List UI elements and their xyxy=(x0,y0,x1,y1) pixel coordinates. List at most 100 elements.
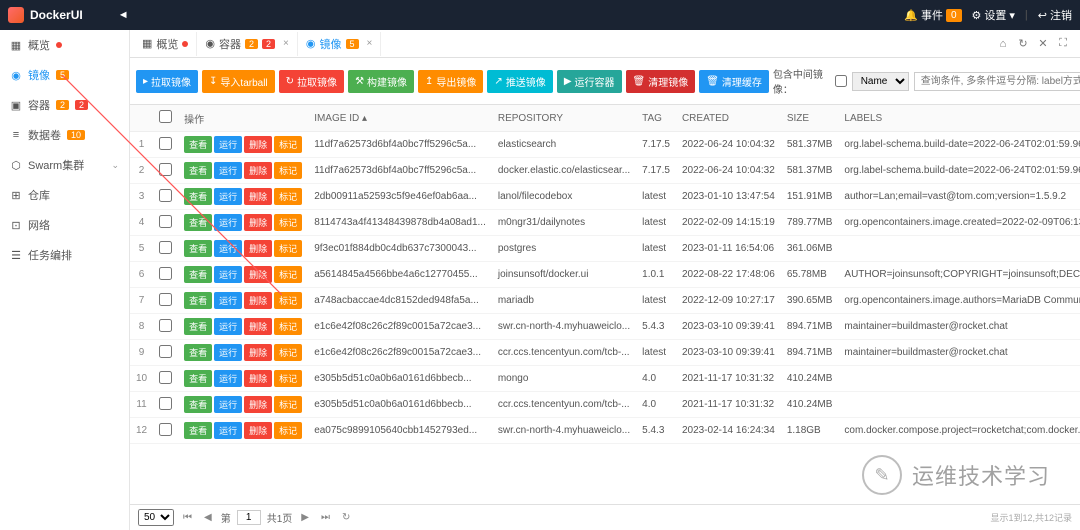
delete-button[interactable]: 删除 xyxy=(244,214,272,231)
search-input[interactable] xyxy=(914,72,1080,91)
row-checkbox[interactable] xyxy=(159,163,172,176)
refresh-icon[interactable]: ↻ xyxy=(339,512,353,523)
view-button[interactable]: 查看 xyxy=(184,266,212,283)
pull-image2-button[interactable]: ↻ 拉取镜像 xyxy=(279,70,344,93)
sidebar-item-swarm[interactable]: ⬡ Swarm集群 ⌄ xyxy=(0,150,129,180)
next-page-icon[interactable]: ▶ xyxy=(298,512,312,523)
col-image-id[interactable]: IMAGE ID ▴ xyxy=(308,105,492,132)
sidebar-item-network[interactable]: ⊡ 网络 xyxy=(0,210,129,240)
sidebar-item-tasks[interactable]: ☰ 任务编排 xyxy=(0,240,129,270)
run-button[interactable]: 运行 xyxy=(214,162,242,179)
run-button[interactable]: 运行 xyxy=(214,214,242,231)
col-size[interactable]: SIZE xyxy=(781,105,839,132)
run-button[interactable]: 运行 xyxy=(214,422,242,439)
include-intermediate-checkbox[interactable] xyxy=(835,75,847,87)
row-checkbox[interactable] xyxy=(159,345,172,358)
select-all-checkbox[interactable] xyxy=(159,110,172,123)
tag-button[interactable]: 标记 xyxy=(274,214,302,231)
tag-button[interactable]: 标记 xyxy=(274,396,302,413)
prune-cache-button[interactable]: 🗑 清理缓存 xyxy=(699,70,769,93)
row-checkbox[interactable] xyxy=(159,423,172,436)
run-container-button[interactable]: ▶ 运行容器 xyxy=(557,70,622,93)
page-input[interactable] xyxy=(237,510,261,525)
sidebar-item-overview[interactable]: ▦ 概览 xyxy=(0,30,129,60)
view-button[interactable]: 查看 xyxy=(184,370,212,387)
page-size-select[interactable]: 50 xyxy=(138,509,174,526)
settings-link[interactable]: ⚙ 设置 ▾ xyxy=(972,7,1015,23)
delete-button[interactable]: 删除 xyxy=(244,292,272,309)
row-checkbox[interactable] xyxy=(159,137,172,150)
prune-image-button[interactable]: 🗑 清理镜像 xyxy=(626,70,696,93)
search-field-select[interactable]: Name xyxy=(852,72,909,91)
build-image-button[interactable]: ⚒ 构建镜像 xyxy=(348,70,414,93)
view-button[interactable]: 查看 xyxy=(184,292,212,309)
tab-images[interactable]: ◉ 镜像 5 × xyxy=(298,32,381,56)
delete-button[interactable]: 删除 xyxy=(244,188,272,205)
run-button[interactable]: 运行 xyxy=(214,370,242,387)
delete-button[interactable]: 删除 xyxy=(244,396,272,413)
run-button[interactable]: 运行 xyxy=(214,292,242,309)
run-button[interactable]: 运行 xyxy=(214,318,242,335)
delete-button[interactable]: 删除 xyxy=(244,370,272,387)
delete-button[interactable]: 删除 xyxy=(244,162,272,179)
row-checkbox[interactable] xyxy=(159,293,172,306)
tab-containers[interactable]: ◉ 容器 2 2 × xyxy=(197,32,297,56)
tag-button[interactable]: 标记 xyxy=(274,422,302,439)
prev-page-icon[interactable]: ◀ xyxy=(201,512,215,523)
sidebar-toggle-icon[interactable]: ◄ xyxy=(118,9,129,21)
delete-button[interactable]: 删除 xyxy=(244,136,272,153)
close-all-icon[interactable]: ✕ xyxy=(1034,35,1052,53)
close-icon[interactable]: × xyxy=(283,38,289,49)
tag-button[interactable]: 标记 xyxy=(274,162,302,179)
run-button[interactable]: 运行 xyxy=(214,396,242,413)
view-button[interactable]: 查看 xyxy=(184,318,212,335)
tag-button[interactable]: 标记 xyxy=(274,240,302,257)
view-button[interactable]: 查看 xyxy=(184,396,212,413)
sidebar-item-containers[interactable]: ▣ 容器 2 2 xyxy=(0,90,129,120)
refresh-icon[interactable]: ↻ xyxy=(1014,35,1032,53)
first-page-icon[interactable]: ⏮ xyxy=(180,512,195,523)
run-button[interactable]: 运行 xyxy=(214,266,242,283)
row-checkbox[interactable] xyxy=(159,215,172,228)
delete-button[interactable]: 删除 xyxy=(244,318,272,335)
import-tarball-button[interactable]: ↧ 导入tarball xyxy=(202,70,275,93)
view-button[interactable]: 查看 xyxy=(184,214,212,231)
row-checkbox[interactable] xyxy=(159,241,172,254)
delete-button[interactable]: 删除 xyxy=(244,240,272,257)
sidebar-item-images[interactable]: ◉ 镜像 5 xyxy=(0,60,129,90)
view-button[interactable]: 查看 xyxy=(184,162,212,179)
view-button[interactable]: 查看 xyxy=(184,240,212,257)
push-image-button[interactable]: ↗ 推送镜像 xyxy=(487,70,552,93)
row-checkbox[interactable] xyxy=(159,189,172,202)
delete-button[interactable]: 删除 xyxy=(244,422,272,439)
tag-button[interactable]: 标记 xyxy=(274,344,302,361)
view-button[interactable]: 查看 xyxy=(184,344,212,361)
run-button[interactable]: 运行 xyxy=(214,188,242,205)
sidebar-item-registry[interactable]: ⊞ 仓库 xyxy=(0,180,129,210)
col-repo[interactable]: REPOSITORY xyxy=(492,105,636,132)
tag-button[interactable]: 标记 xyxy=(274,136,302,153)
run-button[interactable]: 运行 xyxy=(214,240,242,257)
tag-button[interactable]: 标记 xyxy=(274,266,302,283)
run-button[interactable]: 运行 xyxy=(214,344,242,361)
sidebar-item-volumes[interactable]: ≡ 数据卷 10 xyxy=(0,120,129,150)
delete-button[interactable]: 删除 xyxy=(244,266,272,283)
row-checkbox[interactable] xyxy=(159,267,172,280)
home-icon[interactable]: ⌂ xyxy=(994,35,1012,53)
run-button[interactable]: 运行 xyxy=(214,136,242,153)
last-page-icon[interactable]: ⏭ xyxy=(318,512,333,523)
export-image-button[interactable]: ↥ 导出镜像 xyxy=(418,70,483,93)
tag-button[interactable]: 标记 xyxy=(274,292,302,309)
delete-button[interactable]: 删除 xyxy=(244,344,272,361)
view-button[interactable]: 查看 xyxy=(184,422,212,439)
view-button[interactable]: 查看 xyxy=(184,136,212,153)
tag-button[interactable]: 标记 xyxy=(274,318,302,335)
col-created[interactable]: CREATED xyxy=(676,105,781,132)
row-checkbox[interactable] xyxy=(159,319,172,332)
close-icon[interactable]: × xyxy=(367,38,373,49)
fullscreen-icon[interactable]: ⛶ xyxy=(1054,35,1072,53)
col-tag[interactable]: TAG xyxy=(636,105,676,132)
events-link[interactable]: 🔔 事件 0 xyxy=(904,7,961,23)
view-button[interactable]: 查看 xyxy=(184,188,212,205)
pull-image-button[interactable]: ▸ 拉取镜像 xyxy=(136,70,198,93)
